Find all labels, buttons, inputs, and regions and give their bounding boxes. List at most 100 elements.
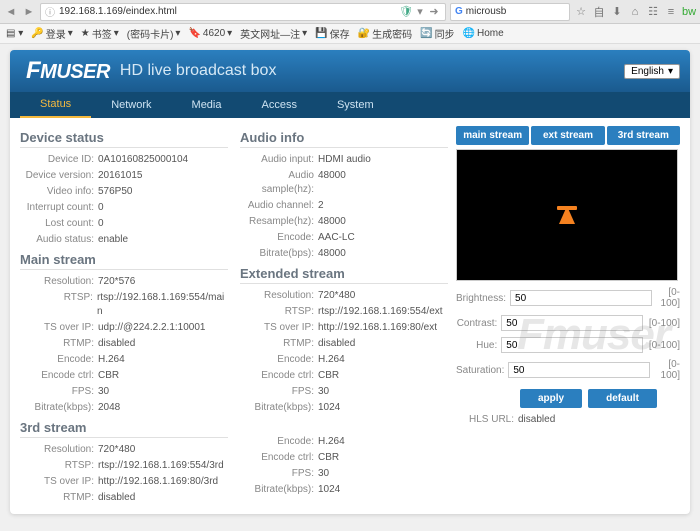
bm-pwcard[interactable]: (密码卡片) ▾ bbox=[127, 26, 181, 41]
ext-stream-label: FPS: bbox=[240, 385, 318, 399]
device-status-label: Audio status: bbox=[20, 233, 98, 247]
tab-media[interactable]: Media bbox=[172, 92, 242, 118]
back-icon[interactable]: ◄ bbox=[4, 5, 18, 19]
third-stream-label: Bitrate(kbps): bbox=[240, 483, 318, 497]
main-stream-value: H.264 bbox=[98, 353, 125, 367]
main-stream-label: FPS: bbox=[20, 385, 98, 399]
audio-info-label: Bitrate(bps): bbox=[240, 247, 318, 261]
tab-network[interactable]: Network bbox=[91, 92, 171, 118]
third-stream-row: RTMP:disabled bbox=[20, 490, 228, 506]
bm-sync[interactable]: 🔄 同步 bbox=[420, 26, 454, 41]
search-bar[interactable]: G microusb bbox=[450, 3, 570, 21]
shield-icon: 🛡 bbox=[399, 5, 413, 18]
tab-access[interactable]: Access bbox=[242, 92, 317, 118]
audio-info-label: Audio channel: bbox=[240, 199, 318, 213]
bm-bookmark[interactable]: ★ 书签 ▾ bbox=[81, 26, 119, 41]
ext-stream-value: rtsp://192.168.1.169:554/ext bbox=[318, 305, 443, 319]
url-bar[interactable]: ⓘ 192.168.1.169/eindex.html 🛡 ▾ ➜ bbox=[40, 3, 446, 21]
third-stream-value: disabled bbox=[98, 491, 135, 505]
stream-tab-main[interactable]: main stream bbox=[456, 126, 529, 145]
ext-stream-row: FPS:30 bbox=[240, 384, 448, 400]
ext-icon[interactable]: bw bbox=[682, 5, 696, 19]
brightness-input[interactable] bbox=[510, 290, 652, 306]
mid-column: Audio info Audio input:HDMI audioAudio s… bbox=[240, 126, 448, 506]
hls-value: disabled bbox=[518, 414, 555, 425]
ext-stream-value: disabled bbox=[318, 337, 355, 351]
audio-info-title: Audio info bbox=[240, 130, 448, 148]
audio-info-row: Encode:AAC-LC bbox=[240, 230, 448, 246]
device-status-value: 0 bbox=[98, 201, 104, 215]
audio-info-row: Bitrate(bps):48000 bbox=[240, 246, 448, 262]
video-preview[interactable] bbox=[456, 149, 678, 281]
audio-info-value: AAC-LC bbox=[318, 231, 355, 245]
ext-stream-label: Encode: bbox=[240, 353, 318, 367]
default-button[interactable]: default bbox=[588, 389, 657, 408]
language-select[interactable]: English▾ bbox=[624, 64, 680, 79]
main-stream-label: Resolution: bbox=[20, 275, 98, 289]
main-stream-label: RTMP: bbox=[20, 337, 98, 351]
third-stream-value: 1024 bbox=[318, 483, 340, 497]
third-stream-label: TS over IP: bbox=[20, 475, 98, 489]
ext-stream-row: RTSP:rtsp://192.168.1.169:554/ext bbox=[240, 304, 448, 320]
bookmarks-toggle[interactable]: ▤ ▾ bbox=[6, 28, 23, 39]
third-stream-row: RTSP:rtsp://192.168.1.169:554/3rd bbox=[20, 458, 228, 474]
audio-info-row: Audio input:HDMI audio bbox=[240, 152, 448, 168]
home-icon[interactable]: ⌂ bbox=[628, 5, 642, 19]
main-stream-label: TS over IP: bbox=[20, 321, 98, 335]
device-status-row: Audio status:enable bbox=[20, 232, 228, 248]
device-status-value: 20161015 bbox=[98, 169, 143, 183]
tab-status[interactable]: Status bbox=[20, 92, 91, 118]
go-icon[interactable]: ➜ bbox=[427, 5, 441, 19]
star-icon[interactable]: ☆ bbox=[574, 5, 588, 19]
third-stream-label: Encode ctrl: bbox=[240, 451, 318, 465]
left-column: Device status Device ID:0A10160825000104… bbox=[20, 126, 228, 506]
bm-4620[interactable]: 🔖 4620 ▾ bbox=[188, 28, 232, 39]
self-icon[interactable]: 自 bbox=[592, 5, 606, 19]
main-stream-title: Main stream bbox=[20, 252, 228, 270]
menu-icon[interactable]: ≡ bbox=[664, 5, 678, 19]
third-stream-row: Resolution:720*480 bbox=[20, 442, 228, 458]
bookmarks-bar: ▤ ▾ 🔑 登录 ▾ ★ 书签 ▾ (密码卡片) ▾ 🔖 4620 ▾ 英文网址… bbox=[0, 24, 700, 44]
audio-info-label: Audio input: bbox=[240, 153, 318, 167]
main-stream-value: udp://@224.2.2.1:10001 bbox=[98, 321, 205, 335]
device-status-value: 0A10160825000104 bbox=[98, 153, 188, 167]
audio-info-label: Resample(hz): bbox=[240, 215, 318, 229]
bm-genpw[interactable]: 🔐 生成密码 bbox=[358, 26, 412, 41]
main-stream-value: 2048 bbox=[98, 401, 120, 415]
stream-tab-3rd[interactable]: 3rd stream bbox=[607, 126, 680, 145]
ext-stream-value: CBR bbox=[318, 369, 339, 383]
bm-save[interactable]: 💾 保存 bbox=[315, 26, 349, 41]
stream-tab-ext[interactable]: ext stream bbox=[531, 126, 604, 145]
device-status-row: Device ID:0A10160825000104 bbox=[20, 152, 228, 168]
forward-icon[interactable]: ► bbox=[22, 5, 36, 19]
ext-stream-label: TS over IP: bbox=[240, 321, 318, 335]
ext-stream-value: 720*480 bbox=[318, 289, 355, 303]
device-status-value: enable bbox=[98, 233, 128, 247]
contrast-input[interactable] bbox=[501, 315, 643, 331]
pocket-icon[interactable]: ☷ bbox=[646, 5, 660, 19]
device-status-label: Device version: bbox=[20, 169, 98, 183]
hue-input[interactable] bbox=[501, 337, 643, 353]
apply-button[interactable]: apply bbox=[520, 389, 582, 408]
dropdown-icon[interactable]: ▾ bbox=[413, 5, 427, 19]
download-icon[interactable]: ⬇ bbox=[610, 5, 624, 19]
tab-system[interactable]: System bbox=[317, 92, 394, 118]
bm-en[interactable]: 英文网址—注 ▾ bbox=[240, 26, 307, 41]
third-stream-value: http://192.168.1.169:80/3rd bbox=[98, 475, 218, 489]
ext-stream-row: Encode ctrl:CBR bbox=[240, 368, 448, 384]
bm-login[interactable]: 🔑 登录 ▾ bbox=[31, 26, 72, 41]
device-status-label: Interrupt count: bbox=[20, 201, 98, 215]
third-stream-value: 30 bbox=[318, 467, 329, 481]
third-stream-value: 720*480 bbox=[98, 443, 135, 457]
app-header: FMUSER HD live broadcast box English▾ bbox=[10, 50, 690, 92]
main-stream-label: RTSP: bbox=[20, 291, 97, 319]
bm-home[interactable]: 🌐 Home bbox=[463, 28, 504, 39]
saturation-input[interactable] bbox=[508, 362, 650, 378]
third-stream-row: Encode ctrl:CBR bbox=[240, 450, 448, 466]
ext-stream-row: Resolution:720*480 bbox=[240, 288, 448, 304]
main-stream-row: RTSP:rtsp://192.168.1.169:554/main bbox=[20, 290, 228, 320]
ext-stream-label: Encode ctrl: bbox=[240, 369, 318, 383]
third-stream-value: H.264 bbox=[318, 435, 345, 449]
third-stream-label: FPS: bbox=[240, 467, 318, 481]
audio-info-row: Audio channel:2 bbox=[240, 198, 448, 214]
